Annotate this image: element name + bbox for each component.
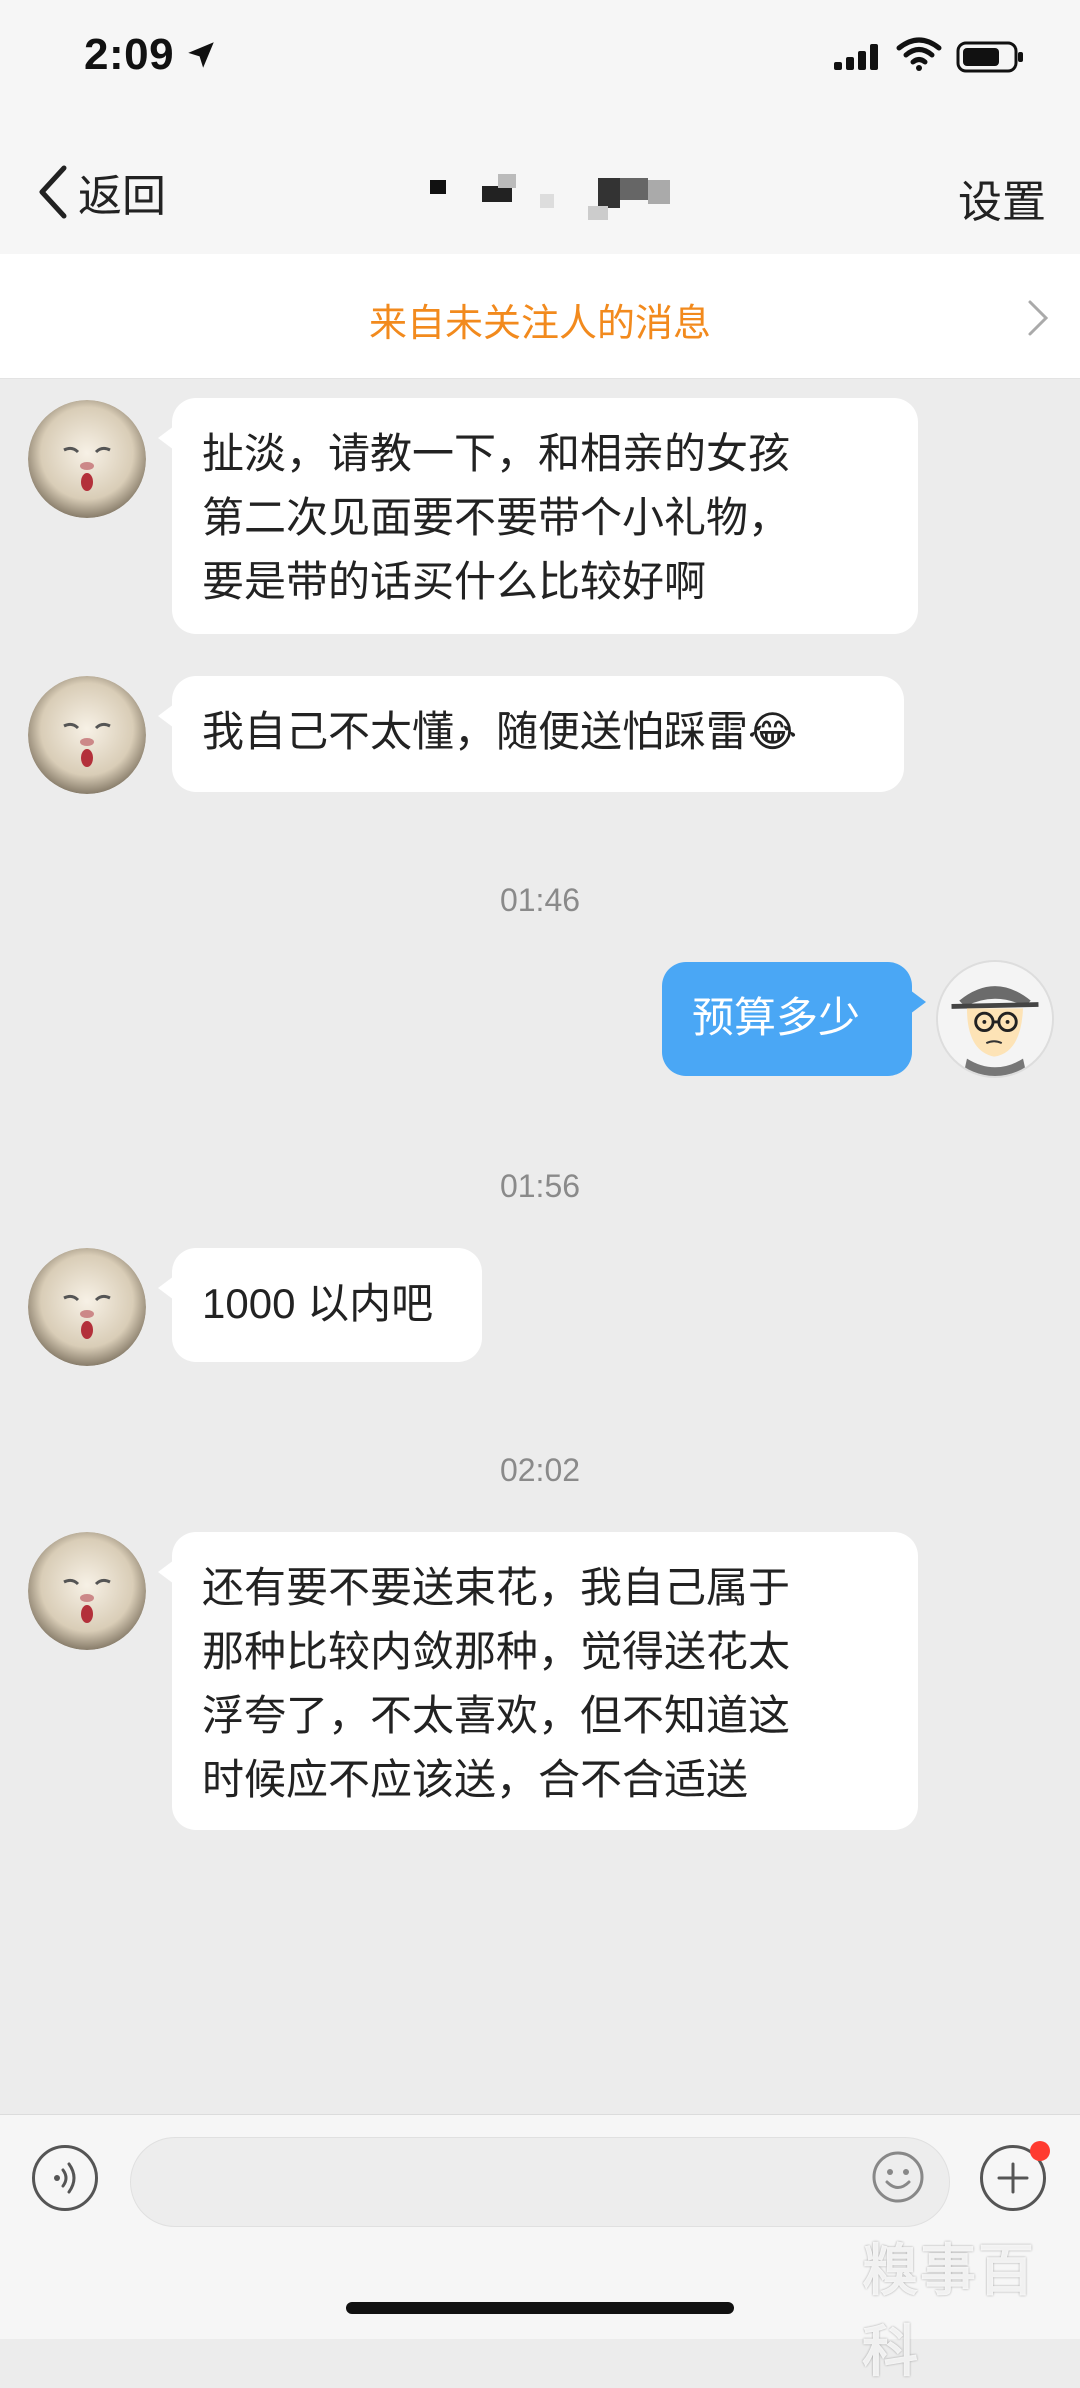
- message-line: 要是带的话买什么比较好啊: [202, 558, 707, 605]
- message-bubble[interactable]: 我自己不太懂，随便送怕踩雷😂: [158, 676, 904, 792]
- message-input[interactable]: [130, 2137, 950, 2227]
- battery-icon: [956, 41, 1023, 73]
- message-line: 还有要不要送束花，我自己属于: [202, 1564, 791, 1611]
- message-line: 扯淡，请教一下，和相亲的女孩: [202, 430, 791, 477]
- message-line: 第二次见面要不要带个小礼物，: [202, 494, 791, 541]
- chevron-left-icon: [39, 165, 67, 219]
- cellular-signal-icon: [834, 44, 878, 70]
- message-line: 我自己不太懂，随便送怕踩雷😂: [202, 708, 798, 755]
- avatar[interactable]: [28, 1532, 146, 1650]
- cat-avatar-icon: [28, 676, 146, 794]
- watermark: 糗事百科: [862, 2239, 1036, 2383]
- message-bubble[interactable]: 扯淡，请教一下，和相亲的女孩 第二次见面要不要带个小礼物， 要是带的话买什么比较…: [158, 398, 918, 634]
- banner-text: 来自未关注人的消息: [368, 303, 711, 345]
- timestamp: 01:56: [499, 1168, 581, 1204]
- avatar[interactable]: [28, 400, 146, 518]
- cartoon-man-avatar-icon: [938, 962, 1052, 1076]
- cat-avatar-icon: [28, 1532, 146, 1650]
- pixelated-username: [430, 174, 670, 220]
- message-line: 预算多少: [692, 994, 861, 1041]
- cat-avatar-icon: [28, 1248, 146, 1366]
- status-bar: 2:09: [0, 0, 1080, 120]
- my-message-bubble[interactable]: 预算多少: [662, 962, 926, 1076]
- voice-button[interactable]: [32, 2145, 98, 2211]
- emoji-icon[interactable]: [870, 2149, 926, 2205]
- back-label: 返回: [78, 172, 166, 221]
- wifi-icon: [896, 37, 942, 71]
- top-bar: 2:09 返回 设置: [0, 0, 1080, 255]
- settings-button[interactable]: 设置: [958, 166, 1046, 230]
- status-time: 2:09: [84, 30, 175, 79]
- message-line: 1000 以内吧: [202, 1280, 434, 1327]
- cat-avatar-icon: [28, 400, 146, 518]
- avatar[interactable]: [28, 1248, 146, 1366]
- message-bubble[interactable]: 1000 以内吧: [158, 1248, 482, 1362]
- message-bubble[interactable]: 还有要不要送束花，我自己属于 那种比较内敛那种，觉得送花太 浮夸了，不太喜欢，但…: [158, 1532, 918, 1830]
- timestamp: 02:02: [499, 1452, 581, 1488]
- home-indicator[interactable]: [346, 2302, 734, 2314]
- nav-bar: 返回 设置: [0, 120, 1080, 255]
- avatar[interactable]: [28, 676, 146, 794]
- my-avatar[interactable]: [936, 960, 1054, 1078]
- voice-icon: [54, 2162, 76, 2194]
- location-arrow-icon: [188, 42, 214, 68]
- non-followed-messages-banner[interactable]: 来自未关注人的消息: [0, 254, 1080, 379]
- message-line: 那种比较内敛那种，觉得送花太: [202, 1628, 791, 1675]
- message-line: 时候应不应该送，合不合适送: [202, 1756, 749, 1803]
- message-line: 浮夸了，不太喜欢，但不知道这: [202, 1692, 791, 1739]
- unread-dot-badge: [1030, 2141, 1050, 2161]
- timestamp: 01:46: [499, 882, 581, 918]
- chevron-right-icon: [1028, 300, 1049, 336]
- back-button[interactable]: 返回: [34, 160, 166, 224]
